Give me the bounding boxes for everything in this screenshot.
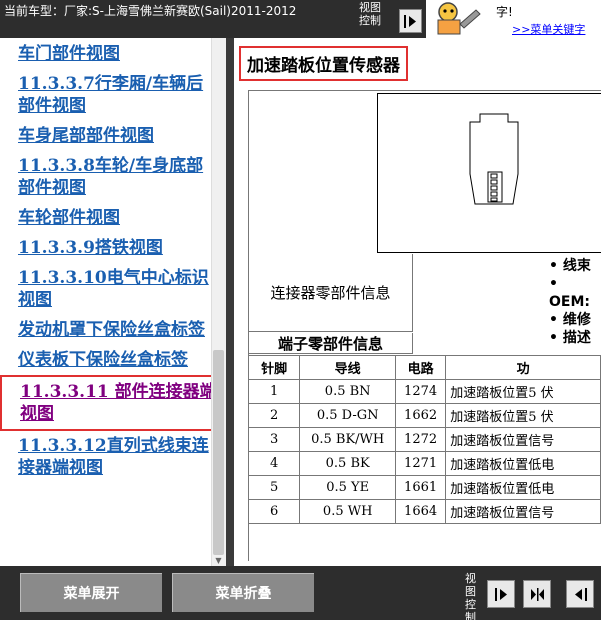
view-left-button[interactable] bbox=[566, 580, 594, 608]
connector-info-panel: 连接器零部件信息 • 线束 • OEM: • 维修 • 描述 端子零部件信息 针… bbox=[247, 90, 601, 561]
column-header-pin: 针脚 bbox=[247, 355, 301, 380]
current-model-text: 当前车型：厂家:S-上海雪佛兰新赛欧(Sail)2011-2012 bbox=[4, 4, 297, 18]
main-content: 加速踏板位置传感器 连接器零部件信息 • 线束 • OEM: • 维修 • 描述… bbox=[234, 38, 601, 566]
sidebar-item-wheel-body-view[interactable]: 11.3.3.8车轮/车身底部部件视图 bbox=[0, 151, 226, 203]
scroll-down-arrow-icon[interactable]: ▼ bbox=[211, 554, 226, 566]
arrow-right-icon bbox=[494, 587, 507, 601]
menu-keyword-link[interactable]: >>菜单关键字 bbox=[512, 21, 585, 37]
terminal-table: 针脚 导线 电路 功 1 0.5 BN 1274 加速踏板位置5 伏 2 0.5 D-G… bbox=[247, 355, 601, 524]
sidebar-item-electrical-center-view[interactable]: 11.3.3.10电气中心标识视图 bbox=[0, 263, 226, 315]
sidebar-item-inline-connector-view[interactable]: 11.3.3.12直列式线束连接器端视图 bbox=[0, 431, 226, 483]
connector-info-label: 连接器零部件信息 bbox=[249, 254, 413, 332]
view-control-label: 视图控制 bbox=[465, 572, 476, 624]
terminal-info-label: 端子零部件信息 bbox=[249, 333, 413, 354]
view-split-button[interactable] bbox=[523, 580, 551, 608]
connector-diagram bbox=[377, 93, 601, 253]
table-row: 4 0.5 BK 1271 加速踏板位置低电 bbox=[247, 451, 601, 476]
arrow-left-icon bbox=[574, 587, 587, 601]
sidebar-item-wheel-view[interactable]: 车轮部件视图 bbox=[0, 203, 226, 233]
sidebar-item-instrument-fuse-label[interactable]: 仪表板下保险丝盒标签 bbox=[0, 345, 226, 375]
table-row: 1 0.5 BN 1274 加速踏板位置5 伏 bbox=[247, 379, 601, 404]
menu-expand-button[interactable]: 菜单展开 bbox=[20, 573, 162, 612]
table-row: 3 0.5 BK/WH 1272 加速踏板位置信号 bbox=[247, 427, 601, 452]
menu-collapse-button[interactable]: 菜单折叠 bbox=[172, 573, 314, 612]
sidebar-menu: 车门部件视图 11.3.3.7行李厢/车辆后部件视图 车身尾部部件视图 11.3… bbox=[0, 38, 226, 566]
pane-divider[interactable] bbox=[226, 38, 234, 566]
connector-info-bullets: • 线束 • OEM: • 维修 • 描述 bbox=[549, 258, 591, 346]
arrow-right-icon bbox=[404, 14, 416, 28]
table-row: 5 0.5 YE 1661 加速踏板位置低电 bbox=[247, 475, 601, 500]
sidebar-item-underhood-fuse-label[interactable]: 发动机罩下保险丝盒标签 bbox=[0, 315, 226, 345]
robot-mascot-icon bbox=[437, 2, 481, 35]
bottom-toolbar: 菜单展开 菜单折叠 视图控制 bbox=[0, 566, 601, 624]
top-bar: 当前车型：厂家:S-上海雪佛兰新赛欧(Sail)2011-2012 视图控制 字… bbox=[0, 0, 601, 38]
sidebar-scroll-thumb[interactable] bbox=[213, 350, 224, 555]
sidebar-item-door-view[interactable]: 车门部件视图 bbox=[0, 43, 226, 69]
sidebar-item-ground-view[interactable]: 11.3.3.9搭铁视图 bbox=[0, 233, 226, 263]
connector-shape-icon bbox=[469, 113, 519, 205]
page-title: 加速踏板位置传感器 bbox=[239, 46, 408, 81]
sidebar-item-body-rear-view[interactable]: 车身尾部部件视图 bbox=[0, 121, 226, 151]
column-header-circuit: 电路 bbox=[394, 355, 447, 380]
ad-text: 字! bbox=[496, 5, 513, 19]
sidebar-item-trunk-view[interactable]: 11.3.3.7行李厢/车辆后部件视图 bbox=[0, 69, 226, 121]
view-control-label: 视图控制 bbox=[359, 1, 381, 27]
table-row: 6 0.5 WH 1664 加速踏板位置信号 bbox=[247, 499, 601, 524]
table-row: 2 0.5 D-GN 1662 加速踏板位置5 伏 bbox=[247, 403, 601, 428]
split-arrows-icon bbox=[530, 587, 544, 601]
view-right-button[interactable] bbox=[399, 9, 422, 33]
column-header-function: 功 bbox=[445, 355, 601, 380]
table-header-row: 针脚 导线 电路 功 bbox=[247, 355, 601, 380]
sidebar-item-connector-end-view[interactable]: 11.3.3.11 部件连接器端视图 bbox=[0, 375, 226, 431]
view-right-button[interactable] bbox=[487, 580, 515, 608]
column-header-wire: 导线 bbox=[299, 355, 396, 380]
